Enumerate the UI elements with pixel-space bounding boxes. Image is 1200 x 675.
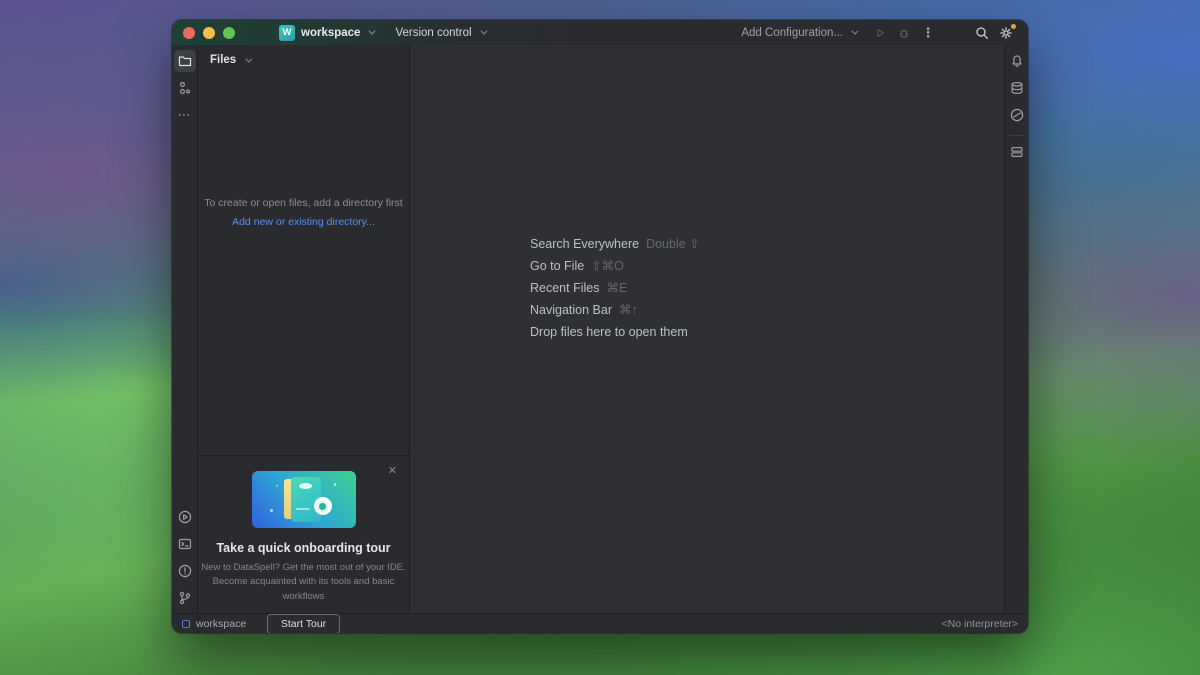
left-tool-stripe: ⋯ (172, 45, 198, 613)
chevron-down-icon (851, 28, 858, 35)
notifications-bell-icon[interactable] (1006, 50, 1028, 72)
onboarding-tour-card: ✕ Take a quick onboarding tour New to Da… (198, 455, 409, 613)
shortcut-keys: Double ⇧ (646, 237, 700, 251)
files-panel-header[interactable]: Files (198, 45, 409, 72)
shortcut-row: Drop files here to open them (530, 326, 700, 339)
shortcut-label: Navigation Bar (530, 303, 612, 317)
illustration-badge (314, 497, 332, 515)
settings-gear-icon[interactable] (996, 23, 1016, 43)
dataspell-window: W workspace Version control Add Configur… (172, 20, 1028, 633)
shortcut-label: Drop files here to open them (530, 325, 688, 339)
illustration-sparkle (276, 485, 278, 487)
files-panel-title: Files (210, 54, 236, 66)
illustration-oval (299, 483, 312, 489)
chevron-down-icon (246, 55, 253, 62)
onboarding-description-line2: Become acquainted with its tools and bas… (213, 576, 395, 601)
chevron-down-icon (480, 28, 487, 35)
shortcut-row: Go to File ⇧⌘O (530, 260, 700, 273)
project-name: workspace (301, 27, 360, 39)
left-stripe-bottom (174, 501, 196, 609)
sci-view-icon[interactable] (1006, 104, 1028, 126)
files-empty-state: To create or open files, add a directory… (198, 197, 409, 228)
chevron-down-icon (369, 28, 376, 35)
interpreter-widget[interactable]: <No interpreter> (942, 618, 1018, 630)
run-configuration-selector[interactable]: Add Configuration... (741, 27, 856, 39)
shortcut-row: Search Everywhere Double ⇧ (530, 238, 700, 251)
right-tool-stripe (1004, 45, 1028, 613)
settings-notification-dot (1011, 24, 1016, 29)
files-toolwindow-panel: Files To create or open files, add a dir… (198, 45, 410, 613)
run-icon[interactable] (870, 23, 890, 43)
project-widget[interactable]: W workspace (279, 25, 373, 41)
shortcut-row: Navigation Bar ⌘↑ (530, 304, 700, 317)
onboarding-title: Take a quick onboarding tour (198, 541, 409, 555)
stripe-divider (1009, 135, 1025, 136)
stacked-rows-icon[interactable] (1006, 141, 1028, 163)
shortcut-label: Go to File (530, 259, 584, 273)
onboarding-description: New to DataSpell? Get the most out of yo… (198, 561, 409, 604)
close-icon[interactable]: ✕ (388, 464, 397, 477)
illustration-sparkle (334, 483, 337, 486)
shortcut-keys: ⌘E (606, 281, 627, 295)
git-branch-icon[interactable] (174, 587, 196, 609)
close-window-button[interactable] (183, 27, 195, 39)
traffic-lights (172, 27, 245, 39)
shortcut-label: Search Everywhere (530, 237, 639, 251)
vcs-label: Version control (395, 27, 471, 39)
more-actions-kebab-icon[interactable]: ⋮ (918, 23, 938, 43)
run-configuration-label: Add Configuration... (741, 27, 843, 39)
structure-icon[interactable] (174, 77, 196, 99)
illustration-sparkle (270, 509, 273, 512)
workspace-logo-icon: W (279, 25, 295, 41)
minimize-window-button[interactable] (203, 27, 215, 39)
add-directory-link[interactable]: Add new or existing directory... (232, 216, 375, 228)
shortcut-keys: ⇧⌘O (591, 259, 624, 273)
window-body: ⋯ Files (172, 45, 1028, 613)
start-tour-button[interactable]: Start Tour (267, 614, 340, 633)
editor-empty-area: Search EverywhereDouble ⇧ Go to File⇧⌘O … (410, 45, 1004, 613)
terminal-icon[interactable] (174, 533, 196, 555)
window-titlebar: W workspace Version control Add Configur… (172, 20, 1028, 45)
shortcut-keys: ⌘↑ (619, 303, 638, 317)
debug-icon[interactable] (894, 23, 914, 43)
shortcut-hints: Search EverywhereDouble ⇧ Go to File⇧⌘O … (530, 238, 700, 348)
vcs-widget[interactable]: Version control (395, 27, 484, 39)
illustration-line (296, 508, 310, 510)
search-icon[interactable] (972, 23, 992, 43)
onboarding-illustration (252, 471, 356, 528)
files-toolwindow-icon[interactable] (174, 50, 196, 72)
shortcut-row: Recent Files ⌘E (530, 282, 700, 295)
onboarding-description-line1: New to DataSpell? Get the most out of yo… (201, 562, 405, 573)
database-icon[interactable] (1006, 77, 1028, 99)
zoom-window-button[interactable] (223, 27, 235, 39)
more-toolwindows-icon[interactable]: ⋯ (174, 104, 196, 126)
problems-icon[interactable] (174, 560, 196, 582)
titlebar-actions: Add Configuration... ⋮ (741, 23, 1028, 43)
services-icon[interactable] (174, 506, 196, 528)
project-status-icon (182, 620, 190, 628)
empty-state-hint: To create or open files, add a directory… (198, 197, 409, 209)
shortcut-label: Recent Files (530, 281, 599, 295)
